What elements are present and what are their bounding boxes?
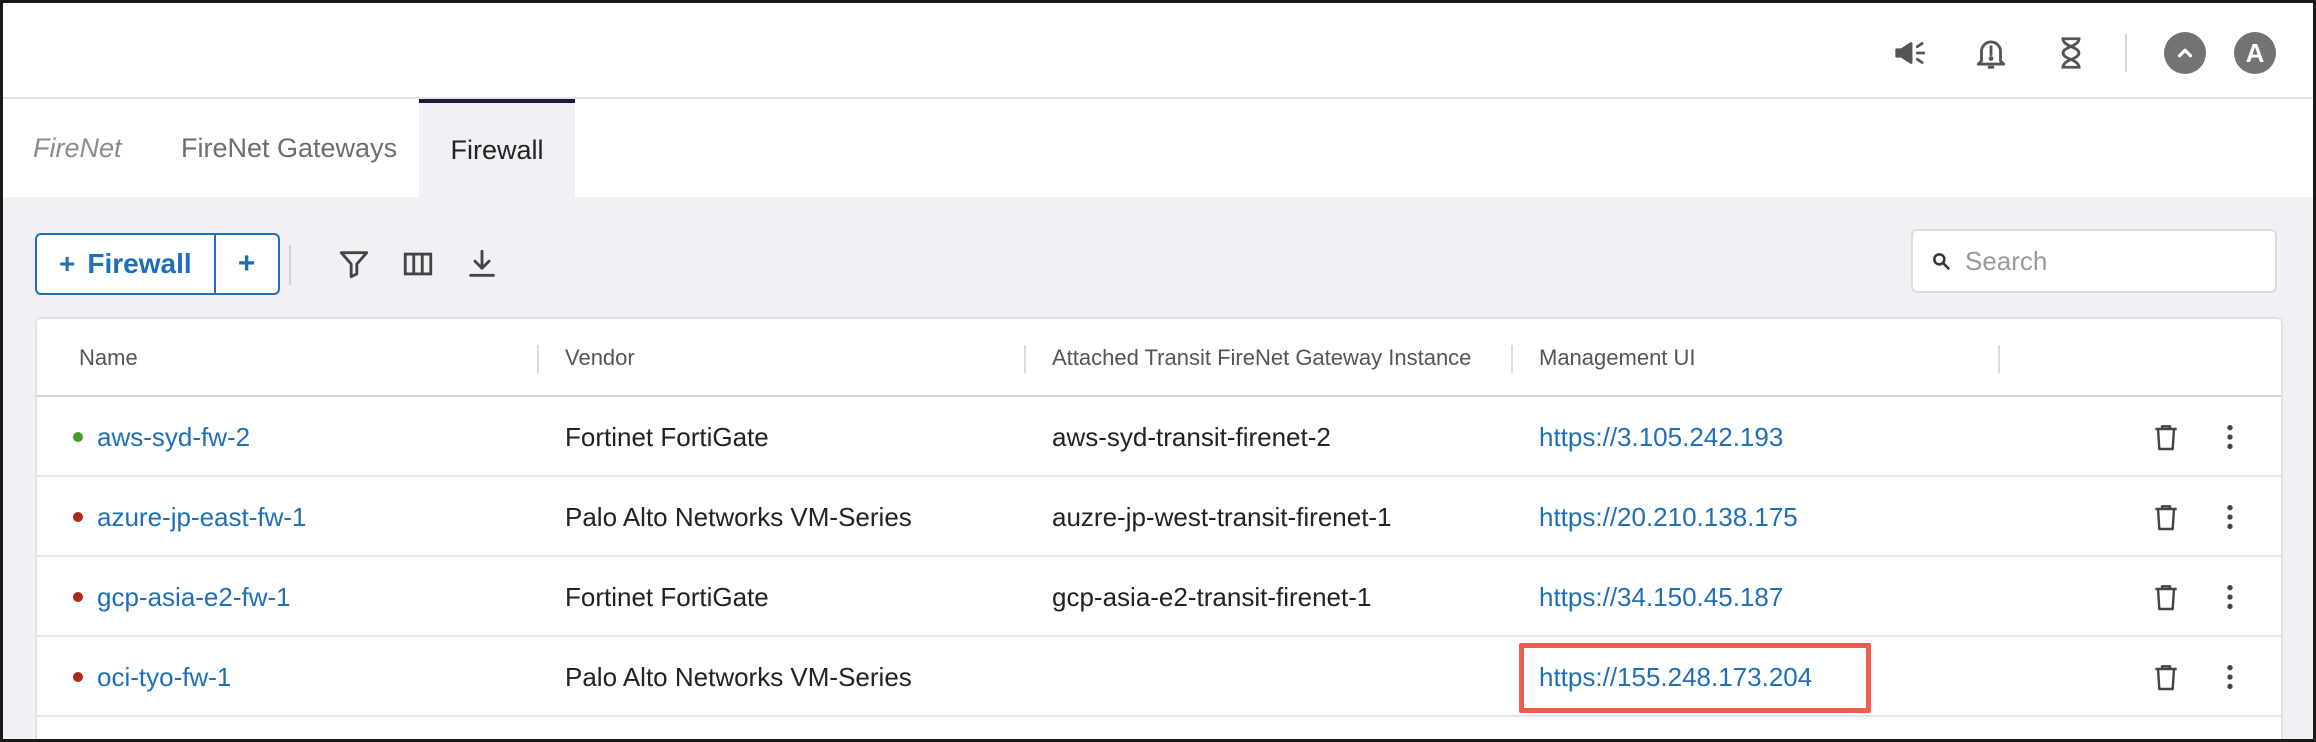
firewall-name-link[interactable]: oci-tyo-fw-1: [73, 637, 231, 717]
gateway-cell: aws-syd-transit-firenet-2: [1052, 421, 1331, 452]
add-firewall-label: Firewall: [87, 248, 192, 279]
avatar-initial: A: [2234, 32, 2276, 74]
announcement-icon[interactable]: [1883, 25, 1939, 81]
vendor-cell: Palo Alto Networks VM-Series: [565, 661, 912, 692]
col-resize-handle[interactable]: [537, 345, 539, 373]
table-row: aws-syd-fw-2 Fortinet FortiGate aws-syd-…: [37, 397, 2281, 477]
tab-firenet[interactable]: FireNet: [33, 99, 122, 197]
search-input[interactable]: [1965, 245, 2255, 277]
trash-icon[interactable]: [2141, 412, 2191, 462]
download-icon[interactable]: [457, 239, 507, 289]
bell-alert-icon[interactable]: [1963, 25, 2019, 81]
vendor-cell: Palo Alto Networks VM-Series: [565, 501, 912, 532]
more-options-icon[interactable]: [2205, 492, 2255, 542]
col-header-name[interactable]: Name: [79, 319, 138, 397]
user-avatar[interactable]: A: [2227, 25, 2283, 81]
more-options-icon[interactable]: [2205, 652, 2255, 702]
add-more-button[interactable]: +: [216, 235, 278, 293]
table-header: Name Vendor Attached Transit FireNet Gat…: [37, 319, 2281, 397]
app-window: A FireNet FireNet Gateways Firewall + Fi…: [0, 0, 2316, 742]
gateway-cell: auzre-jp-west-transit-firenet-1: [1052, 501, 1392, 532]
status-dot: [73, 592, 83, 602]
add-plus-label: +: [59, 248, 76, 279]
vendor-cell: Fortinet FortiGate: [565, 581, 769, 612]
status-dot: [73, 432, 83, 442]
vendor-cell: Fortinet FortiGate: [565, 421, 769, 452]
firewall-name: gcp-asia-e2-fw-1: [97, 581, 291, 612]
top-divider: [2125, 34, 2127, 72]
table-row: oci-tyo-fw-1 Palo Alto Networks VM-Serie…: [37, 637, 2281, 717]
tab-firenet-gateways[interactable]: FireNet Gateways: [181, 99, 397, 197]
hourglass-icon[interactable]: [2043, 25, 2099, 81]
more-options-icon[interactable]: [2205, 572, 2255, 622]
firewall-name-link[interactable]: aws-syd-fw-2: [73, 397, 250, 477]
add-firewall-button-group: + Firewall +: [35, 233, 280, 295]
firewall-name: oci-tyo-fw-1: [97, 661, 232, 692]
col-resize-handle[interactable]: [1998, 345, 2000, 373]
collapse-up-icon[interactable]: [2157, 25, 2213, 81]
status-dot: [73, 672, 83, 682]
trash-icon[interactable]: [2141, 572, 2191, 622]
col-resize-handle[interactable]: [1024, 345, 1026, 373]
col-resize-handle[interactable]: [1511, 345, 1513, 373]
top-bar: A: [3, 3, 2313, 99]
col-header-gateway[interactable]: Attached Transit FireNet Gateway Instanc…: [1052, 319, 1471, 397]
table-row: azure-jp-east-fw-1 Palo Alto Networks VM…: [37, 477, 2281, 557]
col-header-management-ui[interactable]: Management UI: [1539, 319, 1696, 397]
firewall-name-link[interactable]: gcp-asia-e2-fw-1: [73, 557, 291, 637]
status-dot: [73, 512, 83, 522]
trash-icon[interactable]: [2141, 652, 2191, 702]
management-ui-link[interactable]: https://3.105.242.193: [1539, 397, 1783, 477]
firewall-name: aws-syd-fw-2: [97, 421, 251, 452]
firewall-name: azure-jp-east-fw-1: [97, 501, 307, 532]
management-ui-link[interactable]: https://155.248.173.204: [1539, 637, 1812, 717]
columns-icon[interactable]: [393, 239, 443, 289]
filter-icon[interactable]: [329, 239, 379, 289]
top-icons: A: [1859, 25, 2283, 81]
add-firewall-button[interactable]: + Firewall: [37, 235, 216, 293]
firewall-name-link[interactable]: azure-jp-east-fw-1: [73, 477, 307, 557]
tab-bar: FireNet FireNet Gateways Firewall: [3, 99, 2313, 197]
management-ui-link[interactable]: https://20.210.138.175: [1539, 477, 1798, 557]
gateway-cell: gcp-asia-e2-transit-firenet-1: [1052, 581, 1372, 612]
trash-icon[interactable]: [2141, 492, 2191, 542]
toolbar-divider: [289, 245, 291, 285]
tab-firewall[interactable]: Firewall: [419, 99, 575, 197]
firewall-table: Name Vendor Attached Transit FireNet Gat…: [35, 317, 2283, 739]
table-row: gcp-asia-e2-fw-1 Fortinet FortiGate gcp-…: [37, 557, 2281, 637]
more-options-icon[interactable]: [2205, 412, 2255, 462]
management-ui-link[interactable]: https://34.150.45.187: [1539, 557, 1783, 637]
search-box: [1911, 229, 2277, 293]
col-header-vendor[interactable]: Vendor: [565, 319, 635, 397]
content-area: + Firewall + Name Vendor Attach: [3, 197, 2313, 739]
search-icon: [1933, 253, 1950, 270]
